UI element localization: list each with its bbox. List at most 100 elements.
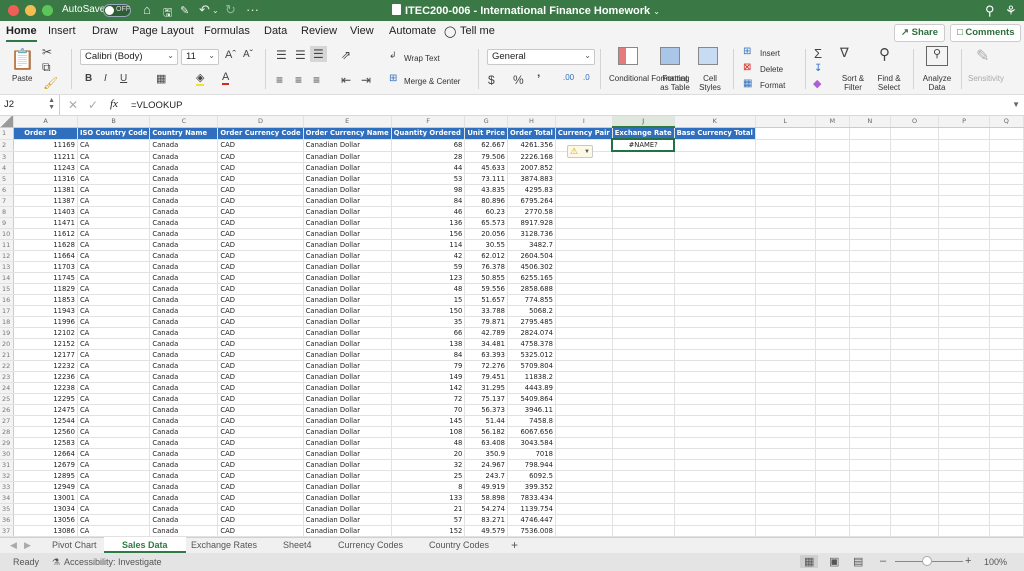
currency-pair-cell[interactable] xyxy=(555,360,613,372)
cell-styles-icon[interactable] xyxy=(698,47,718,65)
order-currency-code-cell[interactable]: CAD xyxy=(217,503,304,515)
unit-price-cell[interactable]: 63.408 xyxy=(464,437,508,449)
share-people-icon[interactable]: ⚘ xyxy=(1005,3,1017,19)
order-currency-code-cell[interactable]: CAD xyxy=(217,305,304,317)
cell[interactable] xyxy=(989,481,1024,493)
cell[interactable] xyxy=(989,415,1024,427)
order-currency-code-cell[interactable]: CAD xyxy=(217,349,304,361)
iso-country-code-cell[interactable]: CA xyxy=(77,261,151,273)
order-currency-code-cell[interactable]: CAD xyxy=(217,448,304,460)
unit-price-cell[interactable]: 56.182 xyxy=(464,426,508,438)
order-currency-name-cell[interactable]: Canadian Dollar xyxy=(303,338,392,350)
order-total-cell[interactable]: 2226.168 xyxy=(507,151,556,163)
cell[interactable] xyxy=(890,239,940,251)
order-total-cell[interactable]: 3946.11 xyxy=(507,404,556,416)
row-number[interactable]: 26 xyxy=(0,404,15,416)
cell[interactable] xyxy=(755,316,816,328)
error-warning-button[interactable]: ⚠ ▼ xyxy=(567,145,593,158)
cell[interactable] xyxy=(815,382,850,394)
base-currency-total-cell[interactable] xyxy=(674,514,756,526)
cell[interactable] xyxy=(989,525,1024,537)
currency-pair-cell[interactable] xyxy=(555,272,613,284)
row-number[interactable]: 19 xyxy=(0,327,15,339)
cell[interactable] xyxy=(989,139,1024,152)
home-icon[interactable]: ⌂ xyxy=(143,2,151,17)
cell[interactable] xyxy=(755,503,816,515)
cell[interactable] xyxy=(815,437,850,449)
exchange-rate-cell[interactable] xyxy=(612,195,675,207)
zoom-out-button[interactable]: – xyxy=(880,555,886,567)
cell[interactable] xyxy=(890,139,940,152)
cell[interactable] xyxy=(815,184,850,196)
country-name-cell[interactable]: Canada xyxy=(149,492,219,504)
order-currency-code-cell[interactable]: CAD xyxy=(217,371,304,383)
cell[interactable] xyxy=(849,459,891,471)
column-header-f[interactable]: F xyxy=(391,116,466,128)
cell[interactable] xyxy=(989,514,1024,526)
order-id-cell[interactable]: 13034 xyxy=(13,503,78,515)
cell[interactable] xyxy=(989,195,1024,207)
exchange-rate-cell[interactable] xyxy=(612,448,675,460)
undo-icon[interactable]: ↶ xyxy=(199,2,210,18)
country-name-cell[interactable]: Canada xyxy=(149,327,219,339)
order-id-cell[interactable]: 11996 xyxy=(13,316,78,328)
cell[interactable] xyxy=(989,206,1024,218)
order-total-cell[interactable]: 11838.2 xyxy=(507,371,556,383)
cell[interactable] xyxy=(890,459,940,471)
quantity-ordered-cell[interactable]: 145 xyxy=(391,415,466,427)
cell[interactable] xyxy=(755,173,816,185)
quantity-ordered-cell[interactable]: 84 xyxy=(391,195,466,207)
iso-country-code-cell[interactable]: CA xyxy=(77,283,151,295)
country-name-cell[interactable]: Canada xyxy=(149,404,219,416)
cell[interactable] xyxy=(849,206,891,218)
cell[interactable] xyxy=(849,327,891,339)
iso-country-code-cell[interactable]: CA xyxy=(77,437,151,449)
order-currency-name-cell[interactable]: Canadian Dollar xyxy=(303,316,392,328)
exchange-rate-cell[interactable] xyxy=(612,415,675,427)
unit-price-cell[interactable]: 33.788 xyxy=(464,305,508,317)
cell[interactable] xyxy=(815,261,850,273)
order-id-cell[interactable]: 11829 xyxy=(13,283,78,295)
cell[interactable] xyxy=(815,426,850,438)
enter-icon[interactable]: ✓ xyxy=(88,98,98,112)
cell[interactable] xyxy=(989,184,1024,196)
row-number[interactable]: 20 xyxy=(0,338,15,350)
unit-price-cell[interactable]: 24.967 xyxy=(464,459,508,471)
cell[interactable] xyxy=(755,437,816,449)
order-currency-name-cell[interactable]: Canadian Dollar xyxy=(303,228,392,240)
worksheet-grid[interactable]: A B C D E F G H I J K L M N O P Q 1 Order ID ISO Country Co… xyxy=(0,116,1024,537)
order-currency-code-cell[interactable]: CAD xyxy=(217,415,304,427)
order-currency-name-cell[interactable]: Canadian Dollar xyxy=(303,206,392,218)
order-currency-name-cell[interactable]: Canadian Dollar xyxy=(303,261,392,273)
order-currency-code-cell[interactable]: CAD xyxy=(217,316,304,328)
base-currency-total-cell[interactable] xyxy=(674,139,756,152)
header-cell[interactable]: Quantity Ordered xyxy=(391,127,466,140)
cell[interactable] xyxy=(890,393,940,405)
order-id-cell[interactable]: 12583 xyxy=(13,437,78,449)
iso-country-code-cell[interactable]: CA xyxy=(77,481,151,493)
exchange-rate-cell[interactable] xyxy=(612,382,675,394)
iso-country-code-cell[interactable]: CA xyxy=(77,492,151,504)
unit-price-cell[interactable]: 60.23 xyxy=(464,206,508,218)
exchange-rate-cell[interactable] xyxy=(612,371,675,383)
cell[interactable] xyxy=(890,525,940,537)
order-total-cell[interactable]: 4295.83 xyxy=(507,184,556,196)
order-id-cell[interactable]: 12102 xyxy=(13,327,78,339)
order-total-cell[interactable]: 2795.485 xyxy=(507,316,556,328)
order-currency-name-cell[interactable]: Canadian Dollar xyxy=(303,283,392,295)
clear-icon[interactable]: ◆ xyxy=(813,77,821,90)
cell[interactable] xyxy=(755,448,816,460)
order-currency-code-cell[interactable]: CAD xyxy=(217,217,304,229)
order-id-cell[interactable]: 11403 xyxy=(13,206,78,218)
country-name-cell[interactable]: Canada xyxy=(149,470,219,482)
cell[interactable] xyxy=(890,349,940,361)
cell[interactable] xyxy=(938,393,990,405)
iso-country-code-cell[interactable]: CA xyxy=(77,151,151,163)
sheet-tab-exchange-rates[interactable]: Exchange Rates xyxy=(191,540,257,550)
cell[interactable] xyxy=(755,239,816,251)
cell[interactable] xyxy=(938,404,990,416)
base-currency-total-cell[interactable] xyxy=(674,426,756,438)
row-number[interactable]: 15 xyxy=(0,283,15,295)
country-name-cell[interactable]: Canada xyxy=(149,481,219,493)
quantity-ordered-cell[interactable]: 32 xyxy=(391,459,466,471)
